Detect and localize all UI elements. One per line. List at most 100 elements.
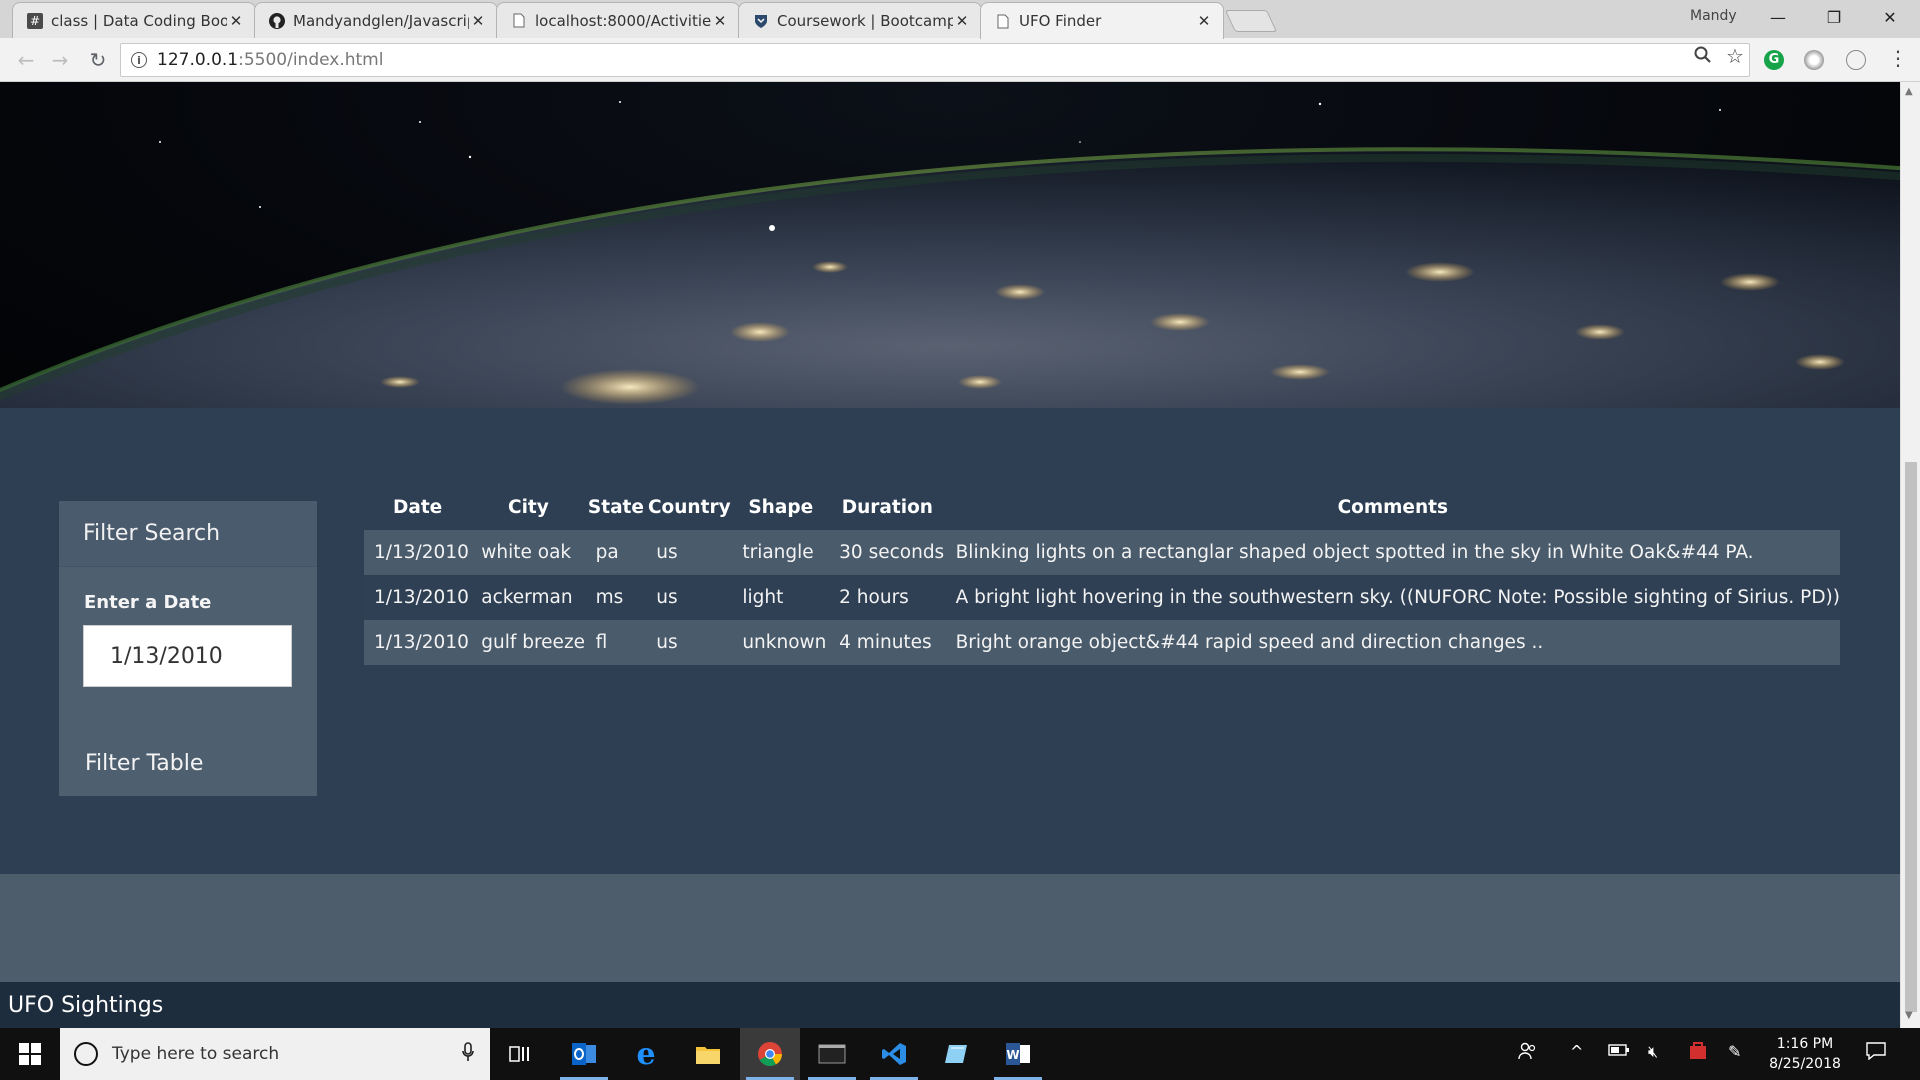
table-row: 1/13/2010 gulf breeze fl us unknown 4 mi… <box>364 620 1840 665</box>
clock-time: 1:16 PM <box>1776 1036 1834 1052</box>
filter-panel-heading: Filter Search <box>59 501 317 567</box>
svg-text:W: W <box>1006 1048 1019 1062</box>
extension-icon[interactable] <box>1846 50 1866 70</box>
page-icon <box>511 13 527 29</box>
date-label: Enter a Date <box>84 592 212 613</box>
col-header-country: Country <box>647 496 731 518</box>
table-header: Date City State Country Shape Duration C… <box>364 484 1840 530</box>
footer-title: UFO Sightings <box>8 992 164 1018</box>
tab-localhost[interactable]: localhost:8000/Activities/ ✕ <box>496 2 740 38</box>
windows-taskbar: Type here to search e W ^ 🔇︎ ✎ 1:16 PM 8… <box>0 1028 1920 1080</box>
outlook-icon[interactable] <box>554 1028 614 1080</box>
close-window-icon[interactable]: ✕ <box>1862 0 1918 34</box>
tab-title: class | Data Coding Boot <box>51 11 227 30</box>
word-icon[interactable]: W <box>988 1028 1048 1080</box>
close-icon[interactable]: ✕ <box>469 12 487 30</box>
new-tab-button[interactable] <box>1224 10 1278 32</box>
cell-shape: unknown <box>742 632 827 653</box>
cell-duration: 30 seconds <box>839 542 945 563</box>
scroll-up-icon[interactable]: ▲ <box>1905 86 1913 97</box>
tab-ufo-finder[interactable]: UFO Finder ✕ <box>980 2 1224 39</box>
close-icon[interactable]: ✕ <box>711 12 729 30</box>
earth-at-night-illustration <box>0 101 1900 408</box>
extension-icon[interactable] <box>1804 50 1824 70</box>
close-icon[interactable]: ✕ <box>953 12 971 30</box>
date-input[interactable] <box>83 625 292 687</box>
main-content: Filter Search Enter a Date Filter Table … <box>0 408 1900 874</box>
page-footer: UFO Sightings <box>0 982 1900 1028</box>
task-view-icon[interactable] <box>490 1028 550 1080</box>
bookmark-star-icon[interactable]: ☆ <box>1726 44 1744 68</box>
browser-tab-bar: # class | Data Coding Boot ✕ Mandyandgle… <box>0 0 1920 39</box>
filter-panel: Filter Search Enter a Date Filter Table <box>59 501 317 796</box>
cell-comments: Blinking lights on a rectanglar shaped o… <box>955 542 1754 563</box>
forward-arrow-icon[interactable]: → <box>48 48 72 72</box>
github-icon <box>269 12 285 29</box>
restore-icon[interactable]: ❐ <box>1806 0 1862 34</box>
cell-state: pa <box>595 542 619 563</box>
cell-duration: 2 hours <box>839 587 909 608</box>
tab-coursework[interactable]: Coursework | Bootcamp S ✕ <box>738 2 982 38</box>
url-path: :5500/index.html <box>238 50 384 70</box>
col-header-duration: Duration <box>841 496 933 518</box>
edge-icon[interactable]: e <box>616 1028 676 1080</box>
reload-icon[interactable]: ↻ <box>86 48 110 72</box>
people-icon[interactable] <box>1518 1042 1538 1064</box>
tab-title: Mandyandglen/Javascrip <box>293 11 469 30</box>
cell-date: 1/13/2010 <box>374 542 469 563</box>
table-row: 1/13/2010 ackerman ms us light 2 hours A… <box>364 575 1840 620</box>
volume-muted-icon[interactable]: 🔇︎ <box>1648 1042 1658 1062</box>
microphone-icon[interactable] <box>462 1042 474 1066</box>
cell-duration: 4 minutes <box>839 632 932 653</box>
tab-slack[interactable]: # class | Data Coding Boot ✕ <box>12 2 256 38</box>
cell-state: ms <box>595 587 624 608</box>
close-icon[interactable]: ✕ <box>227 12 245 30</box>
filter-table-button[interactable]: Filter Table <box>85 751 203 776</box>
info-icon[interactable]: i <box>131 52 147 68</box>
scroll-down-icon[interactable]: ▼ <box>1905 1010 1913 1021</box>
vertical-scrollbar[interactable]: ▲ ▼ <box>1900 82 1920 1028</box>
minimize-icon[interactable]: — <box>1750 0 1806 34</box>
tab-title: localhost:8000/Activities/ <box>535 11 711 30</box>
cell-country: us <box>656 632 678 653</box>
cell-country: us <box>656 587 678 608</box>
cell-city: gulf breeze <box>481 632 586 653</box>
col-header-comments: Comments <box>1337 496 1449 518</box>
terminal-icon[interactable] <box>802 1028 862 1080</box>
page-band <box>0 874 1900 982</box>
windows-start-icon[interactable] <box>0 1028 60 1080</box>
profile-name[interactable]: Mandy <box>1690 8 1737 24</box>
table-row: 1/13/2010 white oak pa us triangle 30 se… <box>364 530 1840 575</box>
notepad-icon[interactable] <box>926 1028 986 1080</box>
zoom-icon[interactable] <box>1694 46 1712 69</box>
page-viewport: Filter Search Enter a Date Filter Table … <box>0 82 1900 1028</box>
taskbar-clock[interactable]: 1:16 PM 8/25/2018 <box>1760 1034 1850 1074</box>
cell-city: ackerman <box>481 587 573 608</box>
clock-date: 8/25/2018 <box>1769 1056 1841 1072</box>
security-icon[interactable] <box>1688 1042 1708 1064</box>
pen-icon[interactable]: ✎ <box>1728 1042 1741 1061</box>
cell-date: 1/13/2010 <box>374 587 469 608</box>
tab-github[interactable]: Mandyandglen/Javascrip ✕ <box>254 2 498 38</box>
bootcamp-shield-icon <box>753 13 769 29</box>
notifications-icon[interactable] <box>1866 1042 1886 1064</box>
cell-shape: triangle <box>742 542 814 563</box>
address-bar[interactable]: i 127.0.0.1:5500/index.html <box>120 43 1750 77</box>
menu-dots-icon[interactable]: ⋮ <box>1888 46 1908 70</box>
chevron-up-icon[interactable]: ^ <box>1570 1042 1583 1061</box>
grammarly-icon[interactable]: G <box>1764 50 1784 70</box>
close-icon[interactable]: ✕ <box>1195 12 1213 30</box>
scrollbar-thumb[interactable] <box>1905 462 1917 1012</box>
vscode-icon[interactable] <box>864 1028 924 1080</box>
file-explorer-icon[interactable] <box>678 1028 738 1080</box>
back-arrow-icon[interactable]: ← <box>14 48 38 72</box>
taskbar-search[interactable]: Type here to search <box>60 1028 490 1080</box>
col-header-city: City <box>508 496 549 518</box>
page-icon <box>995 13 1011 29</box>
cell-shape: light <box>742 587 784 608</box>
table-body: 1/13/2010 white oak pa us triangle 30 se… <box>364 530 1840 665</box>
browser-toolbar: ← → ↻ i 127.0.0.1:5500/index.html ☆ G ⋮ <box>0 38 1920 82</box>
col-header-date: Date <box>393 496 443 518</box>
chrome-icon[interactable] <box>740 1028 800 1080</box>
battery-icon[interactable] <box>1608 1042 1630 1061</box>
